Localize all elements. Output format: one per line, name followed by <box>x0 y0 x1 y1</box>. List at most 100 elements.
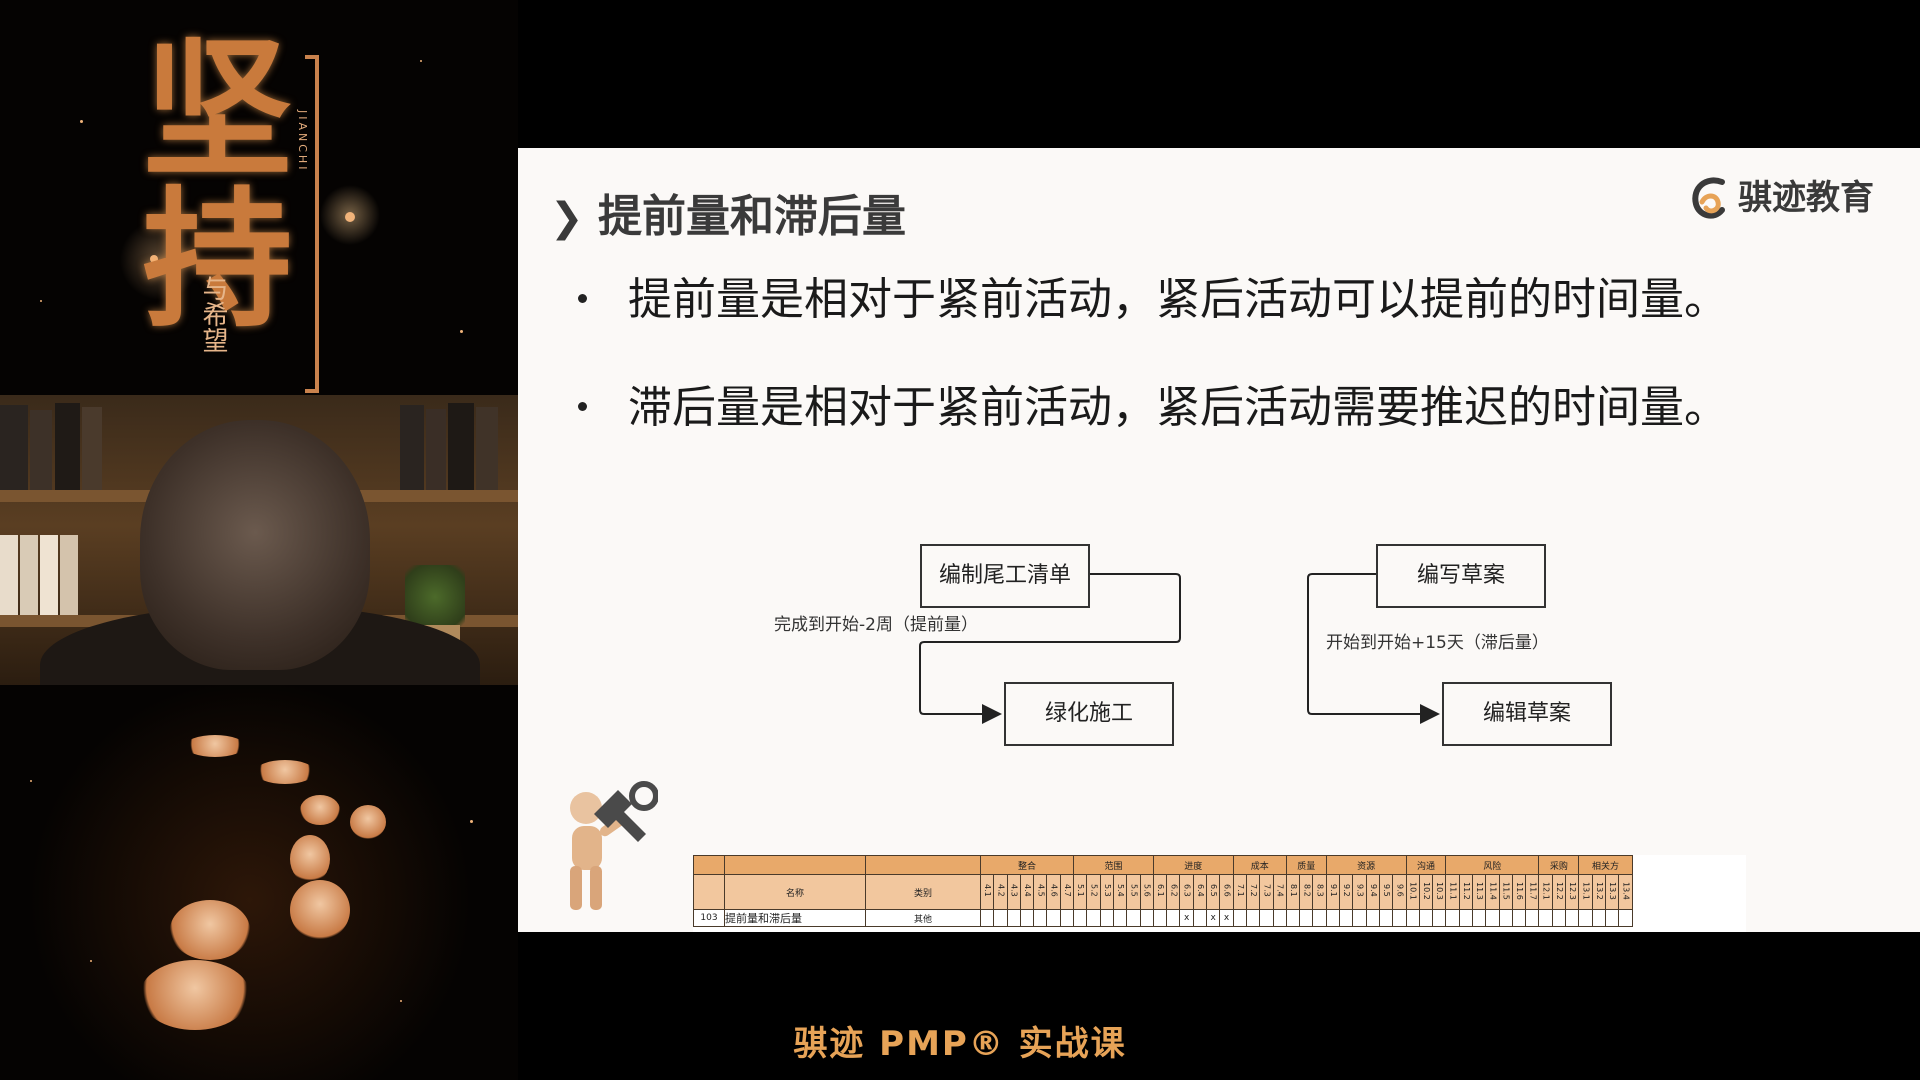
table-code-header: 12.2 <box>1551 874 1567 910</box>
table-code-header: 6.5 <box>1206 874 1221 910</box>
bullet-dot-icon <box>578 294 587 303</box>
table-group-header: 成本 <box>1232 855 1287 875</box>
table-cell-mark <box>1059 909 1075 927</box>
table-cell-mark <box>1245 909 1261 927</box>
table-cell-mark <box>1099 909 1114 927</box>
table-cell-mark <box>1339 909 1354 927</box>
table-code-header: 5.2 <box>1086 874 1101 910</box>
table-code-header: 11.4 <box>1485 874 1500 910</box>
table-group-header: 整合 <box>979 855 1075 875</box>
table-group-header: 相关方 <box>1578 855 1633 875</box>
table-cell-index: 103 <box>693 909 725 927</box>
table-code-header: 12.1 <box>1538 874 1553 910</box>
table-code-header: 4.2 <box>993 874 1008 910</box>
table-code-header: 9.5 <box>1378 874 1394 910</box>
table-code-header: 6.2 <box>1166 874 1181 910</box>
table-cell-mark <box>1418 909 1434 927</box>
table-code-header: 4.4 <box>1019 874 1035 910</box>
table-code-header: 10.1 <box>1405 874 1420 910</box>
node-successor-lag: 编辑草案 <box>1442 682 1612 746</box>
presentation-slide: ❯ 提前量和滞后量 骐迹教育 提前量是相对于紧前活动，紧后活动可以提前的时间量。… <box>518 148 1920 932</box>
table-group-header: 质量 <box>1285 855 1327 875</box>
table-cell-mark <box>1166 909 1181 927</box>
table-code-header: 13.4 <box>1618 874 1633 910</box>
table-cell-mark <box>1498 909 1513 927</box>
table-code-header: 6.4 <box>1192 874 1208 910</box>
table-code-header: 9.4 <box>1365 874 1380 910</box>
table-code-header: 9.3 <box>1352 874 1367 910</box>
table-code-header: 11.1 <box>1445 874 1460 910</box>
table-code-header: 11.3 <box>1471 874 1487 910</box>
table-group-header: 沟通 <box>1405 855 1447 875</box>
table-code-header: 4.6 <box>1046 874 1061 910</box>
brand-swirl-icon <box>1692 177 1725 219</box>
node-predecessor-lag: 编写草案 <box>1376 544 1546 608</box>
table-code-header: 10.2 <box>1418 874 1434 910</box>
table-cell-mark <box>1445 909 1460 927</box>
table-group-header: 风险 <box>1445 855 1540 875</box>
table-cell-mark <box>1392 909 1407 927</box>
table-cell-mark <box>1565 909 1580 927</box>
table-code-header: 11.5 <box>1498 874 1513 910</box>
bullet-dot-icon <box>578 402 587 411</box>
table-row: 103 提前量和滞后量 其他 xxx <box>693 909 1633 927</box>
node-successor-lead: 绿化施工 <box>1004 682 1174 746</box>
table-cell-mark <box>1126 909 1141 927</box>
table-cell-mark <box>1152 909 1168 927</box>
footprint <box>185 735 245 757</box>
table-group-header-row: 整合 范围 进度 成本 质量 资源 沟通 风险 采购 相关方 <box>693 855 1633 875</box>
footprint <box>255 760 315 784</box>
table-code-header: 11.2 <box>1458 874 1473 910</box>
promo-poster: 坚持 JIANCHI 与希望 <box>0 0 518 1080</box>
table-code-header: 9.6 <box>1392 874 1407 910</box>
table-cell-mark <box>1112 909 1128 927</box>
table-code-header: 6.1 <box>1152 874 1168 910</box>
footprint <box>170 900 250 960</box>
footprint <box>290 835 330 883</box>
table-code-header: 5.3 <box>1099 874 1114 910</box>
bullet-text: 滞后量是相对于紧前活动，紧后活动需要推迟的时间量。 <box>628 382 1728 433</box>
table-cell-mark <box>1525 909 1540 927</box>
table-code-header: 13.1 <box>1578 874 1593 910</box>
table-code-header: 7.1 <box>1232 874 1247 910</box>
table-cell-mark <box>1471 909 1487 927</box>
table-cell-mark <box>1299 909 1314 927</box>
table-code-header-row: 名称 类别 4.1 4.2 4.3 4.4 4.5 4.6 4.7 5.1 5.2 5.3 5.4 5… <box>693 874 1633 910</box>
table-cell-mark <box>1618 909 1633 927</box>
poster-pinyin: JIANCHI <box>296 110 309 173</box>
table-code-header: 5.4 <box>1112 874 1128 910</box>
table-code-header: 4.5 <box>1033 874 1048 910</box>
table-cell-mark <box>1272 909 1287 927</box>
table-cell-mark <box>1086 909 1101 927</box>
table-cell-mark <box>1432 909 1447 927</box>
table-code-header: 9.2 <box>1339 874 1354 910</box>
table-cell-mark <box>1538 909 1553 927</box>
table-cell-mark <box>1259 909 1274 927</box>
poster-bracket <box>305 55 319 393</box>
footprint <box>300 795 340 825</box>
table-cell-mark: x <box>1206 909 1221 927</box>
table-code-header: 11.6 <box>1511 874 1527 910</box>
table-cell-mark <box>979 909 995 927</box>
table-cell-mark <box>1019 909 1035 927</box>
table-cell-mark <box>1405 909 1420 927</box>
table-cell-type: 其他 <box>865 909 981 927</box>
table-code-header: 10.3 <box>1432 874 1447 910</box>
table-cell-mark <box>1604 909 1620 927</box>
table-cell-mark <box>1139 909 1154 927</box>
worker-wrench-icon <box>570 781 658 910</box>
table-code-header: 9.1 <box>1325 874 1341 910</box>
table-code-header: 7.4 <box>1272 874 1287 910</box>
table-code-header: 4.1 <box>979 874 995 910</box>
table-code-header: 11.7 <box>1525 874 1540 910</box>
table-code-header: 6.3 <box>1179 874 1194 910</box>
footprint <box>350 805 386 839</box>
node-predecessor-lead: 编制尾工清单 <box>920 544 1090 608</box>
table-cell-mark <box>1325 909 1341 927</box>
table-code-header: 5.1 <box>1073 874 1088 910</box>
footprint <box>290 880 350 940</box>
table-code-header: 12.3 <box>1565 874 1580 910</box>
presenter-head <box>140 420 370 670</box>
table-cell-mark <box>1365 909 1380 927</box>
table-cell-mark <box>1511 909 1527 927</box>
